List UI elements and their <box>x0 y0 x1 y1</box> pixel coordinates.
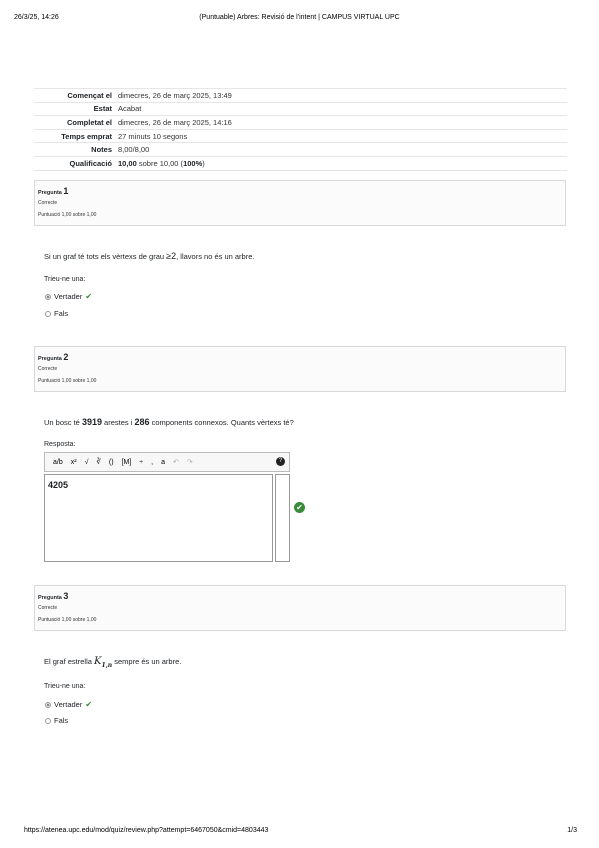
option-true[interactable]: Vertader ✔ <box>45 292 92 301</box>
option-false[interactable]: Fals <box>45 716 68 725</box>
radio-empty-icon[interactable] <box>45 310 51 317</box>
question-grade: Puntuació 1,00 sobre 1,00 <box>38 378 97 384</box>
choose-prompt: Trieu-ne una: <box>44 276 86 283</box>
math-symbol: K <box>94 656 102 667</box>
radio-checked-icon[interactable] <box>45 293 51 300</box>
redo-button[interactable]: ↷ <box>187 458 193 466</box>
question-text-part: Un bosc té <box>44 418 82 427</box>
question-text-part: sempre és un arbre. <box>112 657 182 666</box>
summary-value: dimecres, 26 de març 2025, 13:49 <box>118 90 232 100</box>
summary-value: Acabat <box>118 104 142 114</box>
question-grade: Puntuació 1,00 sobre 1,00 <box>38 617 97 623</box>
option-label: Fals <box>54 309 69 318</box>
math-expression: ≥2 <box>166 251 177 261</box>
question-number-value: 3 <box>63 591 69 601</box>
matrix-button[interactable]: [M] <box>122 459 132 466</box>
question-info-3: Pregunta 3 Correcte Puntuació 1,00 sobre… <box>34 585 566 631</box>
question-text-part: components connexos. Quants vèrtexs té? <box>149 418 294 427</box>
check-icon: ✔ <box>85 292 93 301</box>
check-icon: ✔ <box>85 700 93 709</box>
option-true[interactable]: Vertader ✔ <box>45 700 92 709</box>
qualification-label: Qualificació <box>69 158 112 168</box>
summary-label: Estat <box>93 104 112 114</box>
attempt-summary-table: Començat el dimecres, 26 de març 2025, 1… <box>34 88 567 171</box>
question-number: Pregunta 3 <box>38 591 565 601</box>
question-label: Pregunta <box>38 595 62 601</box>
correct-check-icon: ✔ <box>294 502 305 513</box>
choose-prompt: Trieu-ne una: <box>44 683 86 690</box>
radio-checked-icon[interactable] <box>45 701 51 708</box>
component-count: 286 <box>134 417 150 427</box>
question-state: Correcte <box>38 200 58 206</box>
qualification-mid: sobre 10,00 ( <box>136 158 184 168</box>
sqrt-button[interactable]: √ <box>85 459 89 466</box>
question-grade: Puntuació 1,00 sobre 1,00 <box>38 212 97 218</box>
answer-label: Resposta: <box>44 441 76 448</box>
math-subscript: 1,n <box>101 662 113 669</box>
question-number: Pregunta 1 <box>38 186 565 196</box>
text-button[interactable]: a <box>161 459 165 466</box>
summary-row: Estat Acabat <box>34 102 567 116</box>
summary-row: Completat el dimecres, 26 de març 2025, … <box>34 115 567 130</box>
qualification-percent: 100% <box>183 158 203 168</box>
question-label: Pregunta <box>38 190 62 196</box>
question-text-part: Si un graf té tots els vèrtexs de grau <box>44 252 167 261</box>
qualification-score: 10,00 <box>118 158 137 168</box>
summary-label: Temps emprat <box>61 131 112 141</box>
summary-row: Temps emprat 27 minuts 10 segons <box>34 129 567 143</box>
radio-empty-icon[interactable] <box>45 717 51 724</box>
summary-label: Notes <box>91 145 112 155</box>
question-text-part: El graf estrella <box>44 657 95 666</box>
answer-field[interactable]: 4205 <box>44 474 273 562</box>
superscript-button[interactable]: x² <box>71 459 77 466</box>
question-text-3: El graf estrella K1,n sempre és un arbre… <box>44 656 181 669</box>
nth-root-button[interactable]: ∛ <box>96 458 100 466</box>
option-label: Fals <box>54 716 69 725</box>
question-number-value: 2 <box>63 352 69 362</box>
answer-scrollbar[interactable] <box>275 474 290 562</box>
question-text-part: , llavors no és un arbre. <box>176 252 255 261</box>
comma-button[interactable]: , <box>151 459 153 466</box>
summary-label: Completat el <box>66 117 112 127</box>
question-info-2: Pregunta 2 Correcte Puntuació 1,00 sobre… <box>34 346 566 392</box>
qualification-value: 10,00 sobre 10,00 (100%) <box>118 156 567 170</box>
page-url[interactable]: https://atenea.upc.edu/mod/quiz/review.p… <box>24 827 268 834</box>
summary-value: 8,00/8,00 <box>118 145 150 155</box>
summary-row-qualification: Qualificació 10,00 sobre 10,00 (100%) <box>34 156 567 171</box>
question-state: Correcte <box>38 605 58 611</box>
divide-button[interactable]: ÷ <box>139 459 143 466</box>
summary-label: Començat el <box>67 90 112 100</box>
math-expression: K1,n <box>94 656 113 669</box>
print-footer: https://atenea.upc.edu/mod/quiz/review.p… <box>24 827 577 834</box>
summary-row: Notes 8,00/8,00 <box>34 142 567 157</box>
question-info-1: Pregunta 1 Correcte Puntuació 1,00 sobre… <box>34 180 566 226</box>
summary-value: 27 minuts 10 segons <box>118 131 188 141</box>
option-label: Vertader <box>54 700 83 709</box>
question-number: Pregunta 2 <box>38 352 565 362</box>
undo-button[interactable]: ↶ <box>173 458 179 466</box>
question-number-value: 1 <box>63 186 69 196</box>
question-text-2: Un bosc té 3919 arestes i 286 components… <box>44 417 294 427</box>
question-label: Pregunta <box>38 356 62 362</box>
help-icon[interactable]: ? <box>276 457 285 466</box>
page-number: 1/3 <box>567 827 577 834</box>
option-label: Vertader <box>54 292 83 301</box>
summary-row: Començat el dimecres, 26 de març 2025, 1… <box>34 88 567 103</box>
summary-value: dimecres, 26 de març 2025, 14:16 <box>118 117 232 127</box>
fraction-button[interactable]: a/b <box>53 459 63 466</box>
edge-count: 3919 <box>81 417 102 427</box>
print-title: (Puntuable) Arbres: Revisió de l'intent … <box>199 14 400 21</box>
question-text-part: arestes i <box>101 418 135 427</box>
question-state: Correcte <box>38 366 58 372</box>
parentheses-button[interactable]: () <box>109 459 114 466</box>
qualification-end: ) <box>202 158 205 168</box>
option-false[interactable]: Fals <box>45 309 68 318</box>
math-editor-toolbar: a/b x² √ ∛ () [M] ÷ , a ↶ ↷ ? <box>44 452 290 472</box>
question-text-1: Si un graf té tots els vèrtexs de grau ≥… <box>44 251 254 261</box>
